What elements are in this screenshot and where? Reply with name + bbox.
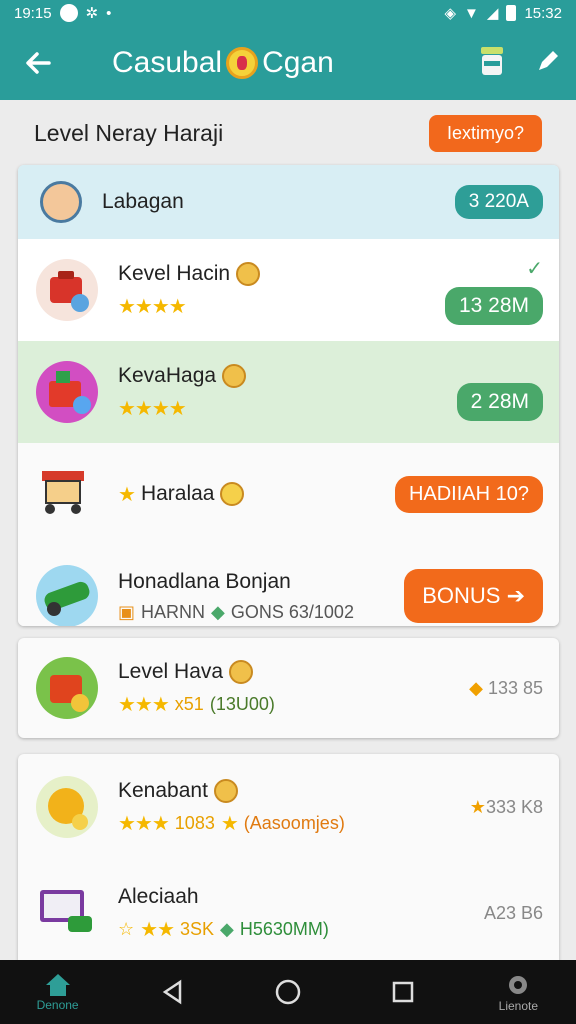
star-rating: ★★★★ (118, 295, 187, 318)
list-item[interactable]: Kenabant ★★★ 1083 ★ (Aasoomjes) ★333 K8 (18, 754, 559, 860)
square-recents-icon (392, 981, 414, 1003)
star-rating: ★★★★ (118, 397, 187, 420)
magnifier-coin-icon (36, 776, 98, 838)
coin-icon (220, 482, 245, 506)
gem-icon: ◆ (211, 601, 225, 622)
row-name: Aleciaah (118, 884, 199, 908)
value-pill: 3 220A (454, 185, 543, 219)
value-pill[interactable]: 2 28M (456, 383, 543, 421)
row-name: Kenabant (118, 778, 208, 802)
row-name: KevaHaga (118, 363, 217, 387)
toolbox-icon (36, 259, 98, 321)
bonus-button[interactable]: BONUS ➔ (404, 569, 543, 623)
app-logo-icon (226, 47, 259, 79)
list-item[interactable]: Honadlana Bonjan ▣ HARNN ◆ GONS 63/1002 … (18, 545, 559, 626)
star-icon: ★ (118, 483, 136, 506)
level-card-list: Kenabant ★★★ 1083 ★ (Aasoomjes) ★333 K8 … (18, 754, 559, 969)
star-rating: ★★ (140, 918, 175, 941)
header-button[interactable]: Iextimyo? (428, 114, 542, 152)
star-icon: ★ (220, 812, 239, 835)
dot-icon: • (106, 4, 112, 22)
stars-suffix: x51 (174, 693, 204, 714)
worker-badge-icon (213, 778, 238, 803)
wifi-icon: ▼ (464, 4, 479, 22)
mute-icon: ◈ (444, 5, 457, 22)
star-rating: ★★★ (118, 812, 170, 835)
row-name: Haralaa (140, 482, 215, 505)
worker-avatar-icon (40, 181, 82, 223)
nav-home-circle[interactable] (248, 978, 328, 1006)
coin-value: 333 K8 (485, 796, 543, 817)
app-bar: Casubal Cgan (0, 26, 576, 100)
triangle-back-icon (162, 979, 182, 1005)
row-sub-a: HARNN (141, 601, 206, 622)
nav-home-label: Denone (36, 998, 79, 1012)
home-icon (45, 974, 70, 996)
level-header: Level Neray Haraji Iextimyo? (0, 104, 576, 162)
box-icon: ▣ (118, 601, 136, 622)
arrow-left-icon (26, 52, 51, 74)
coin-icon: ★ (469, 796, 486, 817)
shopping-bag-icon (36, 657, 98, 719)
row-name: Kevel Hacin (118, 261, 231, 285)
list-item[interactable]: Labagan 3 220A (18, 165, 559, 239)
cart-icon (36, 463, 98, 525)
status-bar: 19:15 ✲ • ◈ ▼ ◢ 15:32 (0, 0, 576, 26)
row-name: Level Hava (118, 659, 224, 683)
list-item[interactable]: Level Hava ★★★ x51 (13U00) ◆ 133 85 (18, 638, 559, 738)
row-name: Honadlana Bonjan (118, 569, 291, 593)
star-rating: ★★★ (118, 693, 170, 716)
nav-recents[interactable] (363, 980, 443, 1004)
worker-badge-icon (236, 261, 261, 286)
list-item[interactable]: Kevel Hacin ★★★★ ✓ 13 28M (18, 239, 559, 341)
status-time-right: 15:32 (524, 4, 562, 22)
list-item[interactable]: KevaHaga ★★★★ 2 28M (18, 341, 559, 443)
app-title-part2: Cgan (262, 46, 334, 79)
app-title-part1: Casubal (112, 46, 223, 79)
gem-icon: ◆ (220, 918, 234, 939)
coin-count: ★333 K8 (470, 797, 543, 818)
list-item[interactable]: Aleciaah ☆ ★★ 3SK ◆ H5630MM) A23 B6 (18, 860, 559, 966)
row-paren: (13U00) (209, 693, 275, 714)
row-sub: H5630MM) (239, 918, 329, 939)
circle-home-icon (275, 979, 301, 1005)
row-sub-b: GONS 63/1002 (230, 601, 354, 622)
check-icon: ✓ (526, 257, 543, 280)
row-value: 1083 (174, 812, 215, 833)
nav-settings-label: Lienote (498, 999, 539, 1013)
page-title: Level Neray Haraji (34, 119, 224, 146)
row-paren: (Aasoomjes) (243, 812, 345, 833)
coin-count: ◆ 133 85 (469, 678, 543, 699)
thumbs-up-icon: ☆ (118, 918, 135, 939)
nav-settings[interactable]: Lienote (478, 971, 558, 1013)
gear-icon (509, 976, 528, 994)
levels-card: Labagan 3 220A Kevel Hacin ★★★★ ✓ 13 28M… (18, 165, 559, 626)
list-item[interactable]: ★ Haralaa HADIIAH 10? (18, 443, 559, 545)
app-title: Casubal Cgan (112, 46, 334, 80)
nav-back[interactable] (133, 979, 213, 1005)
nav-home[interactable]: Denone (18, 972, 98, 1012)
cannon-icon (36, 565, 98, 626)
hadiah-button[interactable]: HADIIAH 10? (394, 475, 543, 513)
signal-icon: ◢ (486, 5, 499, 22)
level-card: Level Hava ★★★ x51 (13U00) ◆ 133 85 (18, 638, 559, 738)
battery-icon (506, 5, 517, 21)
coin-icon: ◆ (469, 677, 488, 698)
monitor-icon (36, 882, 98, 944)
bottom-navigation: Denone Lienote (0, 960, 576, 1024)
worker-badge-icon (229, 659, 254, 684)
value-pill[interactable]: 13 28M (444, 286, 543, 325)
jar-icon[interactable] (478, 45, 506, 82)
settings-icon: ✲ (85, 5, 99, 22)
row-name: Labagan (102, 190, 184, 213)
row-value: 3SK (180, 918, 215, 939)
back-button[interactable] (14, 39, 62, 87)
worker-badge-icon (222, 363, 247, 388)
gift-box-icon (36, 361, 98, 423)
status-time-left: 19:15 (14, 4, 52, 22)
coin-count: A23 B6 (483, 902, 543, 923)
coin-value: 133 85 (487, 677, 543, 698)
edit-icon[interactable] (534, 47, 562, 80)
chat-icon (59, 4, 78, 22)
